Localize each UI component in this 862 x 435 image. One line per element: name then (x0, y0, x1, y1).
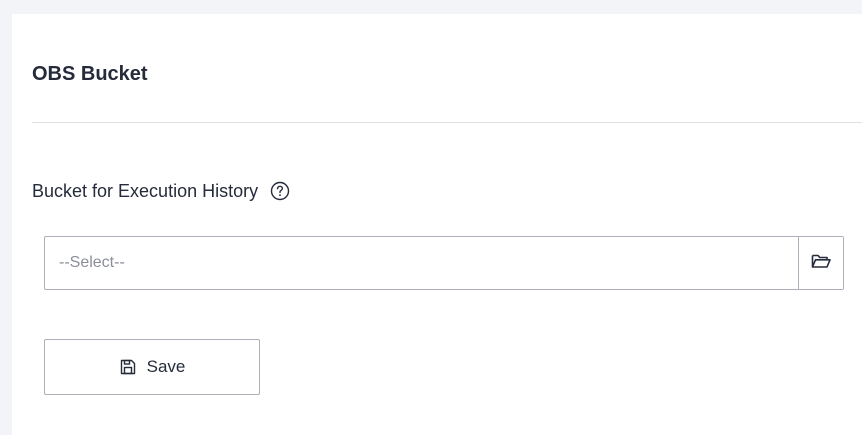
browse-bucket-button[interactable] (798, 237, 843, 289)
field-label-row: Bucket for Execution History (32, 178, 290, 204)
bucket-select[interactable] (44, 236, 844, 290)
section-divider (32, 122, 862, 123)
bucket-select-input[interactable] (45, 237, 798, 289)
folder-open-icon (810, 251, 832, 276)
question-circle-icon[interactable] (270, 181, 290, 201)
bucket-field-label: Bucket for Execution History (32, 181, 259, 201)
save-button-label: Save (146, 357, 186, 376)
section-title: OBS Bucket (32, 63, 148, 85)
top-strip (0, 0, 862, 14)
save-disk-icon (119, 358, 137, 376)
save-button[interactable]: Save (44, 339, 260, 395)
